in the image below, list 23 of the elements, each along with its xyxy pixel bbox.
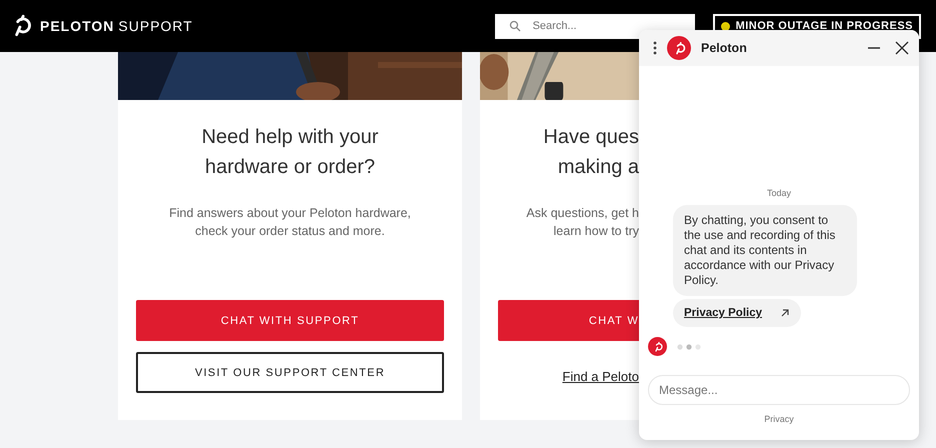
privacy-footer-link[interactable]: Privacy	[639, 414, 919, 424]
card-heading: Have ques	[543, 125, 639, 150]
card-description: learn how to try	[554, 223, 639, 240]
day-label: Today	[766, 188, 792, 198]
card-heading: Need help with your hardware or order?	[200, 125, 380, 180]
brand-suffix: SUPPORT	[118, 18, 193, 34]
support-center-button[interactable]: VISIT OUR SUPPORT CENTER	[136, 352, 444, 393]
card-heading: making a	[558, 155, 639, 180]
brand-name: PELOTON	[40, 18, 114, 34]
chat-button[interactable]: CHAT W	[498, 300, 639, 341]
search-field[interactable]: Search...	[494, 14, 695, 38]
external-link-icon	[780, 308, 790, 318]
chat-title: Peloton	[701, 41, 747, 55]
chat-button[interactable]: CHAT WITH SUPPORT	[136, 300, 444, 341]
close-icon[interactable]	[895, 41, 909, 55]
card-description: Find answers about your Peloton hardware, check your order status and more.	[168, 205, 412, 240]
card-description: Ask questions, get h	[526, 205, 639, 222]
find-link[interactable]: Find a Peloto	[562, 369, 639, 384]
more-icon[interactable]	[653, 41, 657, 55]
message-field[interactable]: Message...	[648, 375, 910, 405]
privacy-policy-link[interactable]: Privacy Policy	[673, 299, 801, 327]
search-icon	[508, 20, 521, 32]
message-bubble: By chatting, you consent to the use and recording of this chat and its contents in accordance with our Privacy Policy.	[673, 205, 857, 296]
